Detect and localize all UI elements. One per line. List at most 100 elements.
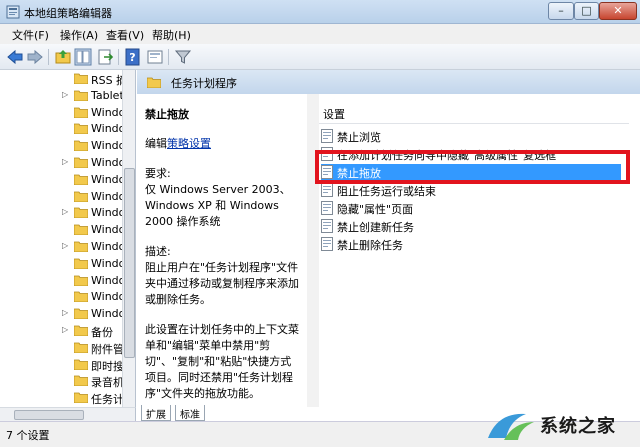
folder-icon (74, 191, 88, 202)
expand-arrow-icon[interactable]: ▷ (62, 241, 68, 250)
tree-item-label: Windo (91, 172, 126, 186)
setting-item-label: 禁止创建新任务 (337, 221, 414, 234)
description-scrollbar[interactable] (307, 94, 319, 407)
expand-arrow-icon[interactable]: ▷ (62, 325, 68, 334)
setting-item[interactable]: 禁止创建新任务 (321, 218, 621, 235)
scrollbar-thumb[interactable] (14, 410, 84, 420)
settings-list: 设置 禁止浏览 在添加计划任务向导中隐藏"高级属性"复选框 禁止拖放 阻止任务运行或结… (319, 94, 640, 407)
tree-item-label: 即时搜 (91, 359, 124, 373)
expand-arrow-icon[interactable]: ▷ (62, 90, 68, 99)
svg-text:?: ? (129, 51, 135, 64)
tree-item[interactable]: Windo (0, 120, 126, 137)
tree-item[interactable]: ▷ Windo (0, 204, 125, 221)
properties-icon[interactable] (146, 48, 164, 66)
tree-item[interactable]: ▷ Windo (0, 238, 126, 255)
back-arrow-icon[interactable] (6, 48, 24, 66)
setting-title: 禁止拖放 (145, 108, 189, 121)
help-icon[interactable]: ? (124, 48, 142, 66)
setting-item[interactable]: 禁止浏览 (321, 128, 621, 145)
folder-icon (74, 375, 88, 387)
tree-item-label: 附件管 (91, 342, 124, 356)
setting-item-label: 禁止删除任务 (337, 239, 403, 252)
tree-item[interactable]: ▷ Windo (0, 305, 125, 322)
tree-item[interactable]: Windo (0, 188, 125, 205)
tree-item[interactable]: Windo (0, 272, 125, 289)
description-text-2: 此设置在计划任务中的上下文菜单和"编辑"菜单中禁用"剪切"、"复制"和"粘贴"快… (145, 323, 299, 400)
expand-arrow-icon[interactable]: ▷ (62, 308, 68, 317)
folder-icon (74, 207, 88, 219)
tree-item[interactable]: 录音机 (0, 372, 124, 390)
tree-item-label: Windo (91, 290, 126, 304)
tab-extended[interactable]: 扩展 (141, 405, 171, 421)
tree-item[interactable]: Windo (0, 288, 126, 305)
folder-icon (147, 77, 161, 88)
folder-icon (74, 258, 88, 269)
setting-item-label: 阻止任务运行或结束 (337, 185, 436, 198)
edit-prefix: 编辑 (145, 137, 167, 150)
minimize-button[interactable]: – (548, 2, 574, 20)
tree-item-label: Windo (91, 139, 126, 153)
menu-view[interactable]: 查看(V) (106, 27, 144, 43)
tree-horizontal-scrollbar[interactable] (0, 407, 136, 421)
folder-icon (74, 123, 88, 135)
requirements-text: 仅 Windows Server 2003、Windows XP 和 Windo… (145, 183, 291, 228)
export-list-icon[interactable] (96, 48, 114, 66)
forward-arrow-icon[interactable] (26, 48, 44, 66)
column-header-setting[interactable]: 设置 (319, 106, 629, 124)
tree-item[interactable]: ▷ 备份 (0, 322, 122, 339)
folder-icon (74, 73, 88, 84)
tree-item[interactable]: Windo (0, 171, 126, 188)
folder-icon (74, 325, 88, 336)
tree-item-label: Tablet (91, 88, 124, 102)
tree-item[interactable]: Windo (0, 255, 126, 272)
tree-item-label: Windo (91, 256, 126, 270)
policy-setting-icon (321, 201, 333, 215)
details-pane: 任务计划程序 禁止拖放 编辑策略设置 要求: 仅 Windows Server … (137, 70, 640, 407)
description-label: 描述: (145, 245, 171, 258)
folder-icon (74, 308, 88, 320)
filter-icon[interactable] (174, 48, 192, 66)
tree-item[interactable]: 即时搜 (0, 356, 124, 373)
menu-action[interactable]: 操作(A) (60, 27, 98, 43)
setting-item[interactable]: 隐藏"属性"页面 (321, 200, 621, 217)
tab-standard[interactable]: 标准 (175, 405, 205, 421)
edit-policy-link[interactable]: 策略设置 (167, 137, 211, 150)
expand-arrow-icon[interactable]: ▷ (62, 207, 68, 216)
setting-item-label: 禁止浏览 (337, 131, 381, 144)
scrollbar-thumb[interactable] (124, 168, 135, 358)
setting-item[interactable]: 禁止删除任务 (321, 236, 621, 253)
folder-icon (74, 224, 88, 236)
menu-help[interactable]: 帮助(H) (152, 27, 191, 43)
maximize-button[interactable]: □ (574, 2, 599, 20)
policy-setting-icon (321, 183, 333, 197)
tree-item[interactable]: ▷ Tablet (0, 87, 124, 104)
setting-item[interactable]: 阻止任务运行或结束 (321, 182, 621, 199)
tree-item[interactable]: Windo (0, 104, 125, 121)
description-panel: 禁止拖放 编辑策略设置 要求: 仅 Windows Server 2003、Wi… (137, 94, 307, 407)
tree-pane: RSS 摘 ▷ Tablet Windo Windo Windo ▷ Windo Windo Wi… (0, 70, 136, 407)
policy-setting-icon (321, 237, 333, 251)
show-hide-tree-icon[interactable] (74, 48, 92, 66)
tree-item-label: 录音机 (91, 376, 124, 390)
tree-vertical-scrollbar[interactable] (122, 70, 135, 407)
tree-item-label: Windo (91, 240, 126, 253)
tree-item[interactable]: Windo (0, 221, 125, 238)
policy-setting-icon (321, 129, 333, 143)
tree-item-label: Windo (91, 122, 126, 136)
details-header-title: 任务计划程序 (171, 77, 237, 90)
details-header: 任务计划程序 (137, 70, 640, 94)
tree-item[interactable]: ▷ Windo (0, 154, 126, 171)
tree-item[interactable]: 附件管 (0, 339, 124, 356)
folder-icon (74, 157, 88, 168)
tree-item[interactable]: RSS 摘 (0, 70, 127, 87)
close-button[interactable]: ✕ (599, 2, 637, 20)
tree-item[interactable]: 任务计 (0, 389, 124, 406)
watermark-text: 系统之家 (540, 416, 616, 437)
view-tabs: 扩展 标准 (137, 405, 257, 421)
setting-item-label: 隐藏"属性"页面 (337, 203, 414, 216)
menu-file[interactable]: 文件(F) (12, 27, 49, 43)
expand-arrow-icon[interactable]: ▷ (62, 157, 68, 166)
up-folder-icon[interactable] (54, 48, 72, 66)
tree-item-label: Windo (91, 156, 126, 169)
tree-item[interactable]: Windo (0, 137, 126, 154)
